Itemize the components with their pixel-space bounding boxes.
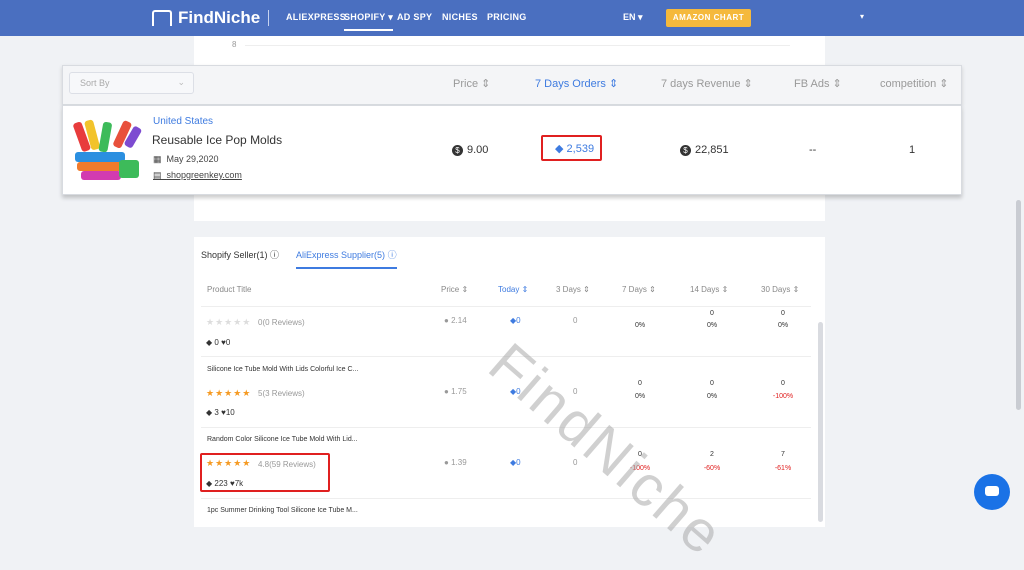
chart-axis-tick: 8 xyxy=(232,40,237,49)
store-icon: ▤ xyxy=(153,170,162,180)
row-30-days: -100% xyxy=(772,393,794,400)
product-shop-link[interactable]: ▤ shopgreenkey.com xyxy=(153,170,242,181)
th-product-title: Product Title xyxy=(207,285,252,294)
tag-icon: ◆ xyxy=(206,408,213,417)
language-selector[interactable]: EN ▾ xyxy=(623,12,643,23)
row-title[interactable]: Silicone Ice Tube Mold With Lids Colorfu… xyxy=(207,366,358,373)
th-today[interactable]: Today ⇕ xyxy=(498,285,528,294)
row-30-days: -61% xyxy=(774,465,792,472)
row-7-days: 0% xyxy=(634,393,646,400)
row-title[interactable]: 1pc Summer Drinking Tool Silicone Ice Tu… xyxy=(207,507,358,514)
dollar-icon: $ xyxy=(680,145,691,156)
nav-aliexpress[interactable]: ALIEXPRESS xyxy=(286,12,346,22)
th-30-days[interactable]: 30 Days ⇕ xyxy=(761,285,799,294)
product-competition: 1 xyxy=(909,144,916,156)
table-scrollbar[interactable] xyxy=(818,322,823,522)
th-14-days[interactable]: 14 Days ⇕ xyxy=(690,285,728,294)
row-30-days-count: 7 xyxy=(781,451,785,458)
row-title[interactable]: Random Color Silicone Ice Tube Mold With… xyxy=(207,436,358,443)
col-7-days-revenue[interactable]: 7 days Revenue ⇕ xyxy=(661,77,753,90)
findniche-logo[interactable]: FindNiche xyxy=(152,8,260,28)
row-divider xyxy=(201,498,811,499)
chat-icon[interactable] xyxy=(974,474,1010,510)
row-price: ● 1.39 xyxy=(444,458,467,467)
row-today: ◆0 xyxy=(510,458,521,467)
account-menu-caret[interactable]: ▾ xyxy=(860,12,864,21)
info-icon: ⓘ xyxy=(387,250,397,260)
dollar-icon: ● xyxy=(444,316,449,325)
orders-likes: ◆ 3 ♥10 xyxy=(206,408,235,417)
row-divider xyxy=(201,306,811,307)
th-3-days[interactable]: 3 Days ⇕ xyxy=(556,285,590,294)
row-7-days: 0% xyxy=(634,322,646,329)
chevron-down-icon: ▾ xyxy=(388,12,394,22)
chevron-down-icon: ⌄ xyxy=(177,77,185,87)
th-7-days[interactable]: 7 Days ⇕ xyxy=(622,285,656,294)
row-14-days: 0% xyxy=(706,322,718,329)
row-divider xyxy=(201,427,811,428)
product-date: ▦ May 29,2020 xyxy=(153,154,219,164)
product-title[interactable]: Reusable Ice Pop Molds xyxy=(152,133,282,147)
row-30-days-count: 0 xyxy=(781,310,785,317)
nav-divider xyxy=(268,10,269,26)
th-price[interactable]: Price ⇕ xyxy=(441,285,468,294)
logo-icon xyxy=(152,10,172,26)
product-price: $9.00 xyxy=(452,144,488,156)
rating-stars: ★★★★★ xyxy=(206,317,252,327)
page-scrollbar[interactable] xyxy=(1016,200,1021,410)
tab-shopify-seller[interactable]: Shopify Seller(1) ⓘ xyxy=(201,248,279,261)
row-30-days: 0% xyxy=(777,322,789,329)
nav-ad-spy[interactable]: AD SPY xyxy=(397,12,432,22)
top-nav-bar: FindNiche ALIEXPRESS SHOPIFY ▾ AD SPY NI… xyxy=(0,0,1024,36)
row-14-days: -60% xyxy=(703,465,721,472)
orders-likes: ◆ 0 ♥0 xyxy=(206,338,231,347)
chart-gridline xyxy=(245,45,790,46)
review-count[interactable]: 5(3 Reviews) xyxy=(258,389,305,398)
row-7-days-count: 0 xyxy=(638,380,642,387)
tag-icon: ◆ xyxy=(206,338,213,347)
dollar-icon: $ xyxy=(452,145,463,156)
product-country[interactable]: United States xyxy=(153,116,213,127)
row-price: ● 1.75 xyxy=(444,387,467,396)
product-thumbnail xyxy=(73,119,142,180)
row-price: ● 2.14 xyxy=(444,316,467,325)
dollar-icon: ● xyxy=(444,387,449,396)
row-3-days: 0 xyxy=(573,316,578,325)
calendar-icon: ▦ xyxy=(153,154,162,164)
product-row[interactable]: United States Reusable Ice Pop Molds ▦ M… xyxy=(62,105,962,195)
dollar-icon: ● xyxy=(444,458,449,467)
rating-stars: ★★★★★ xyxy=(206,388,252,398)
tab-aliexpress-supplier[interactable]: AliExpress Supplier(5) ⓘ xyxy=(296,248,397,269)
amazon-chart-button[interactable]: AMAZON CHART xyxy=(666,9,751,27)
nav-niches[interactable]: NICHES xyxy=(442,12,478,22)
sort-by-select[interactable]: Sort By ⌄ xyxy=(69,72,194,94)
row-14-days-count: 0 xyxy=(710,310,714,317)
col-7-days-orders[interactable]: 7 Days Orders ⇕ xyxy=(535,77,618,90)
product-revenue: $22,851 xyxy=(680,144,729,156)
row-30-days-count: 0 xyxy=(781,380,785,387)
nav-pricing[interactable]: PRICING xyxy=(487,12,527,22)
row-today: ◆0 xyxy=(510,316,521,325)
product-fb-ads: -- xyxy=(809,144,817,156)
product-7-day-orders: ◆ 2,539 xyxy=(541,135,602,161)
highlight-box xyxy=(200,453,330,492)
brand-name: FindNiche xyxy=(178,8,261,27)
col-price[interactable]: Price ⇕ xyxy=(453,77,490,90)
row-14-days: 0% xyxy=(706,393,718,400)
review-count[interactable]: 0(0 Reviews) xyxy=(258,318,305,327)
col-competition[interactable]: competition ⇕ xyxy=(880,77,949,90)
sticky-sort-header: Sort By ⌄ Price ⇕ 7 Days Orders ⇕ 7 days… xyxy=(62,65,962,105)
tag-icon: ◆ xyxy=(555,143,564,155)
row-14-days-count: 2 xyxy=(710,451,714,458)
nav-shopify[interactable]: SHOPIFY ▾ xyxy=(344,12,394,31)
info-icon: ⓘ xyxy=(270,250,280,260)
row-14-days-count: 0 xyxy=(710,380,714,387)
col-fb-ads[interactable]: FB Ads ⇕ xyxy=(794,77,842,90)
